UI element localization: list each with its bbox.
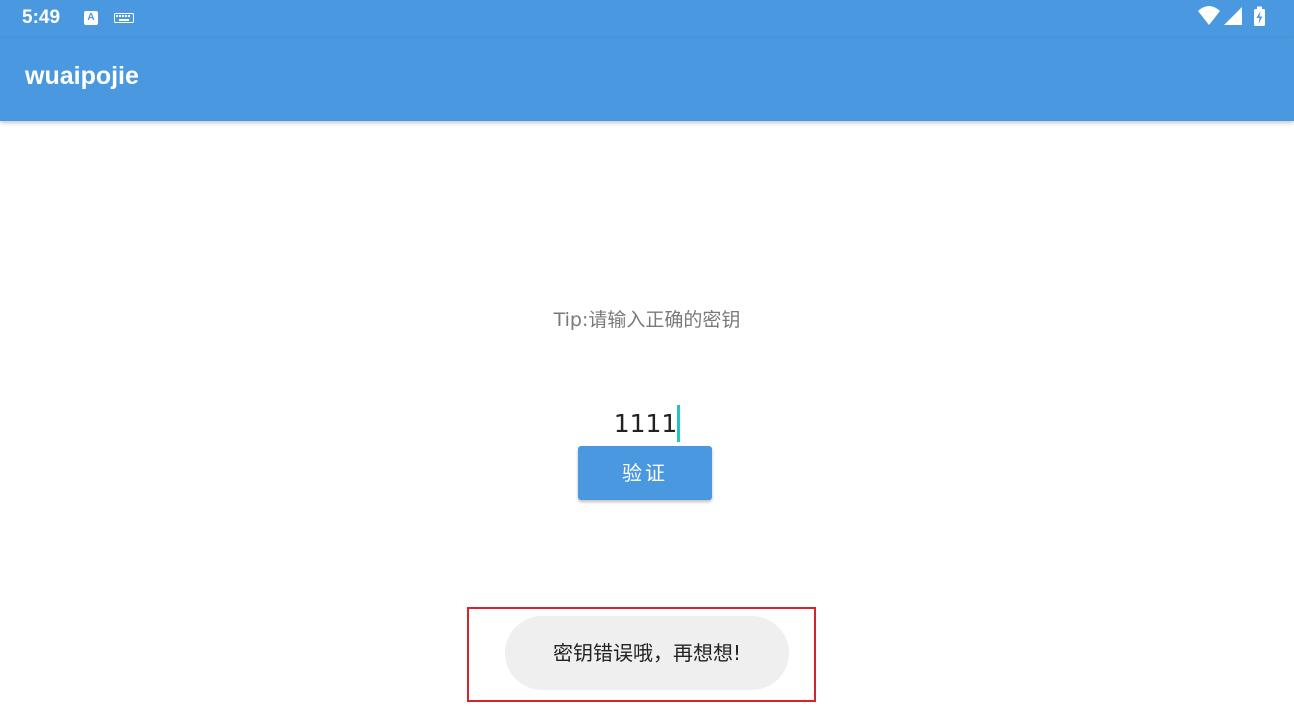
key-input-value: 1111	[613, 409, 678, 438]
system-icons	[1198, 6, 1265, 26]
app-title: wuaipojie	[25, 62, 139, 90]
signal-icon	[1224, 7, 1242, 25]
status-time: 5:49	[22, 7, 61, 28]
text-cursor	[677, 405, 681, 442]
tip-text: Tip:请输入正确的密钥	[553, 309, 741, 331]
verify-button[interactable]: 验证	[578, 446, 712, 500]
wifi-icon	[1198, 6, 1220, 25]
screen: 5:49 A wuaipojie Tip:请输入正确的密钥 1111 验证 密钥…	[0, 0, 1294, 727]
key-input[interactable]: 1111	[597, 404, 697, 444]
status-bar: 5:49 A	[0, 0, 1294, 38]
a-notification-icon: A	[84, 11, 98, 25]
toast-message: 密钥错误哦，再想想!	[505, 616, 789, 690]
keyboard-icon	[114, 13, 134, 23]
battery-charging-icon	[1254, 6, 1265, 26]
app-bar: wuaipojie	[0, 38, 1294, 121]
